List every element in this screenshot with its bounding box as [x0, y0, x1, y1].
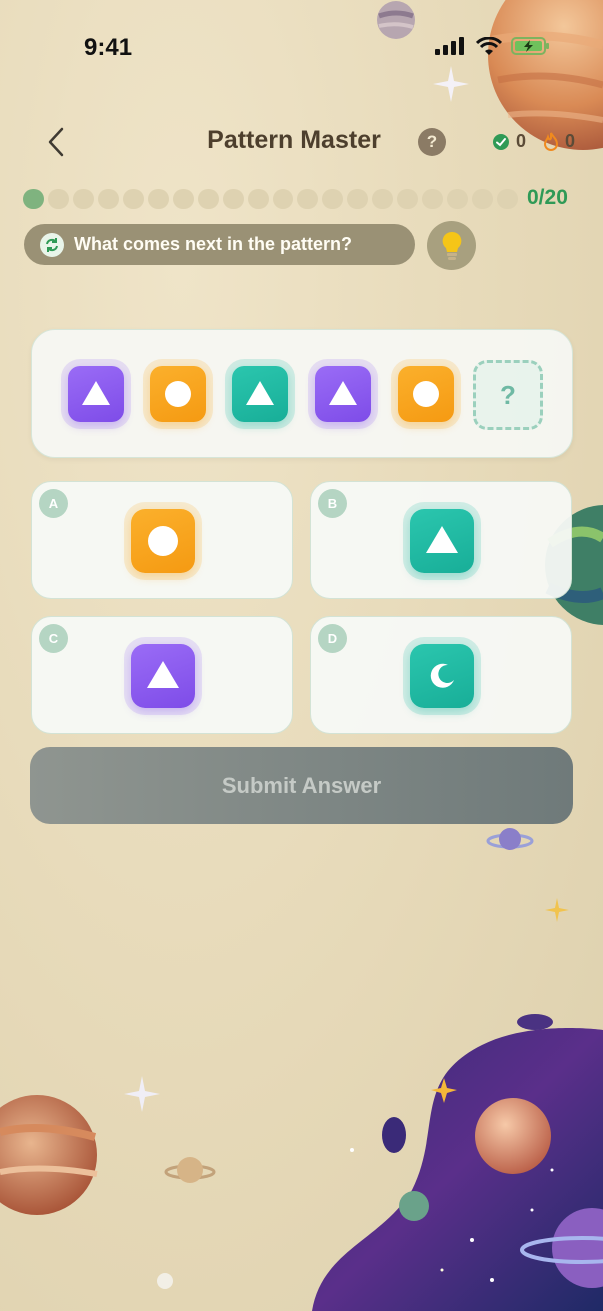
refresh-icon: [40, 232, 64, 257]
circle-icon: [413, 381, 439, 407]
option-letter: C: [39, 624, 68, 653]
progress-segment: [147, 189, 169, 209]
pattern-tile-4: [315, 366, 371, 422]
progress-segment: [247, 189, 269, 209]
option-letter: A: [39, 489, 68, 518]
moon-icon: [430, 663, 454, 688]
progress-bar: [23, 189, 519, 209]
triangle-icon: [246, 380, 274, 405]
progress-segment: [422, 189, 444, 209]
progress-segment: [23, 189, 44, 209]
progress-segment: [272, 189, 294, 209]
triangle-icon: [147, 661, 179, 688]
flame-icon: [543, 132, 559, 151]
option-letter: D: [318, 624, 347, 653]
lightbulb-icon: [442, 231, 461, 260]
progress-segment: [397, 189, 419, 209]
option-d-tile: [410, 644, 474, 708]
triangle-icon: [426, 526, 458, 553]
progress-text: 0/20: [527, 186, 568, 209]
streak-count: 0: [565, 131, 576, 151]
battery-icon: [511, 37, 549, 55]
signal-icon: [435, 37, 464, 55]
question-prompt: What comes next in the pattern?: [24, 224, 415, 265]
progress-segment: [322, 189, 344, 209]
help-button[interactable]: ?: [418, 128, 446, 156]
option-c-tile: [131, 644, 195, 708]
triangle-icon: [82, 380, 110, 405]
progress-segment: [347, 189, 369, 209]
progress-segment: [497, 189, 519, 209]
option-b-card[interactable]: B: [310, 481, 572, 599]
option-c-card[interactable]: C: [31, 616, 293, 734]
progress-segment: [97, 189, 119, 209]
hint-button[interactable]: [427, 221, 476, 270]
progress-segment: [372, 189, 394, 209]
progress-segment: [297, 189, 319, 209]
status-icons: [435, 36, 551, 56]
option-letter: B: [318, 489, 347, 518]
check-circle-icon: [493, 133, 509, 150]
pattern-tile-5: [398, 366, 454, 422]
correct-count: 0: [516, 131, 527, 151]
submit-answer-button[interactable]: Submit Answer: [30, 747, 573, 824]
triangle-icon: [329, 380, 357, 405]
progress-segment: [222, 189, 244, 209]
progress-segment: [122, 189, 144, 209]
progress-segment: [472, 189, 494, 209]
circle-icon: [165, 381, 191, 407]
progress-segment: [197, 189, 219, 209]
missing-tile-placeholder: ?: [473, 360, 543, 430]
progress-segment: [72, 189, 94, 209]
progress-segment: [447, 189, 469, 209]
status-time: 9:41: [84, 34, 133, 61]
progress-segment: [47, 189, 69, 209]
progress-segment: [172, 189, 194, 209]
pattern-tile-1: [68, 366, 124, 422]
option-d-card[interactable]: D: [310, 616, 572, 734]
wifi-icon: [476, 36, 502, 55]
pattern-tile-2: [150, 366, 206, 422]
pattern-sequence-card: ?: [31, 329, 573, 458]
option-a-card[interactable]: A: [31, 481, 293, 599]
option-b-tile: [410, 509, 474, 573]
prompt-text: What comes next in the pattern?: [74, 234, 353, 254]
correct-count-stat: 0: [492, 131, 526, 152]
option-a-tile: [131, 509, 195, 573]
pattern-tile-3: [232, 366, 288, 422]
streak-count-stat: 0: [543, 131, 575, 152]
circle-icon: [148, 526, 178, 556]
